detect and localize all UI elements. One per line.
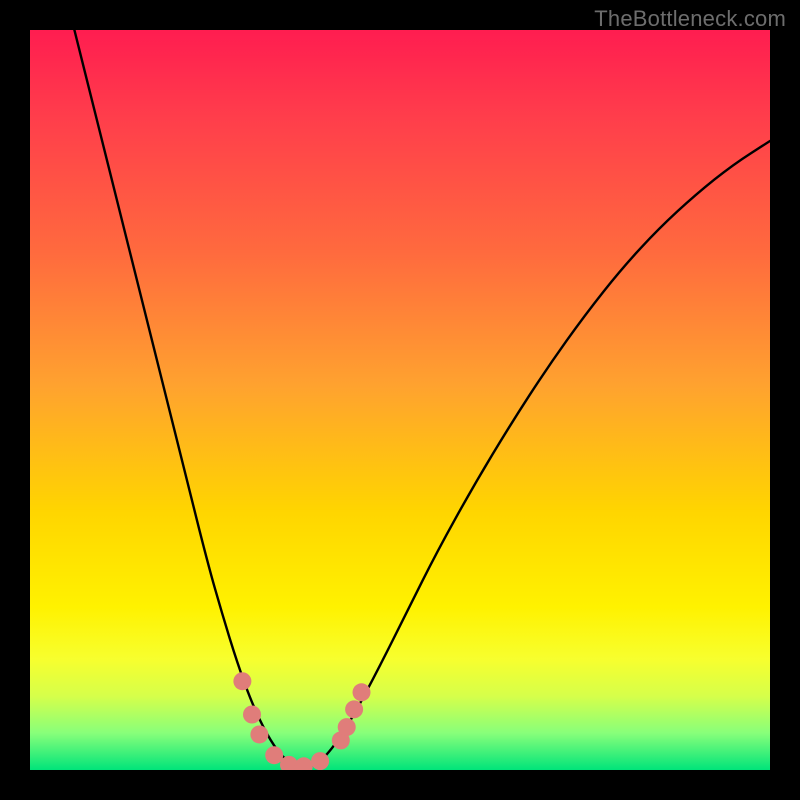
curve-marker bbox=[280, 756, 298, 770]
curve-marker bbox=[295, 757, 313, 770]
curve-marker bbox=[265, 746, 283, 764]
plot-area bbox=[30, 30, 770, 770]
curve-marker bbox=[243, 706, 261, 724]
curve-marker bbox=[233, 672, 251, 690]
curve-svg bbox=[30, 30, 770, 770]
curve-marker bbox=[338, 718, 356, 736]
watermark-text: TheBottleneck.com bbox=[594, 6, 786, 32]
curve-markers bbox=[233, 672, 370, 770]
curve-marker bbox=[345, 700, 363, 718]
chart-frame: TheBottleneck.com bbox=[0, 0, 800, 800]
bottleneck-curve bbox=[74, 30, 770, 767]
curve-marker bbox=[332, 731, 350, 749]
curve-marker bbox=[250, 725, 268, 743]
curve-marker bbox=[311, 752, 329, 770]
curve-marker bbox=[353, 683, 371, 701]
